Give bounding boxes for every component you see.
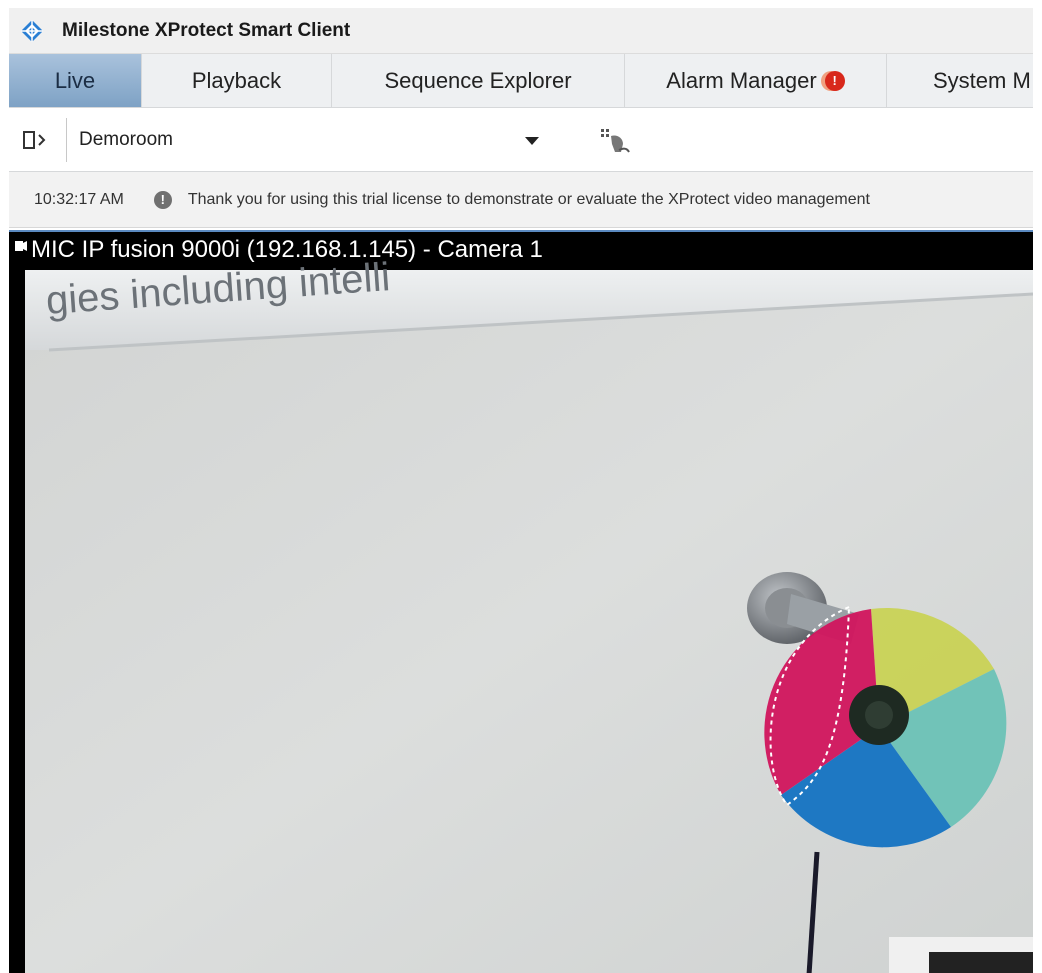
pane-toggle-icon[interactable] <box>21 128 57 152</box>
camera-title: MIC IP fusion 9000i (192.168.1.145) - Ca… <box>31 236 543 263</box>
tab-label: Alarm Manager <box>666 67 817 93</box>
view-selector-dropdown[interactable]: Demoroom <box>79 120 549 160</box>
license-message: Thank you for using this trial license t… <box>187 190 870 208</box>
alarm-badge-icon: ! <box>824 70 845 91</box>
tab-label: Sequence Explorer <box>384 67 572 93</box>
status-time: 10:32:17 AM <box>34 190 124 208</box>
title-bar: Milestone XProtect Smart Client <box>9 8 1033 53</box>
workspace-tabs: Live Playback Sequence Explorer Alarm Ma… <box>9 53 1033 108</box>
smart-client-window: Milestone XProtect Smart Client Live Pla… <box>9 8 1033 973</box>
tab-sequence-explorer[interactable]: Sequence Explorer <box>332 54 625 107</box>
tab-system-monitor[interactable]: System M <box>887 54 1033 107</box>
tab-alarm-manager[interactable]: Alarm Manager ! <box>625 54 887 107</box>
setup-hand-icon[interactable] <box>599 126 633 156</box>
toolbar: Demoroom <box>9 108 1033 172</box>
selected-view-label: Demoroom <box>79 129 173 150</box>
milestone-logo-icon <box>21 19 43 42</box>
camera-view[interactable]: gies including intelli MIC IP fusion 900… <box>9 230 1033 973</box>
camera-feed-image: gies including intelli <box>9 232 1033 973</box>
toolbar-divider <box>66 118 67 162</box>
info-icon: ! <box>153 190 172 209</box>
tab-label: Live <box>54 67 96 93</box>
app-title: Milestone XProtect Smart Client <box>62 19 351 41</box>
chevron-down-icon <box>525 137 539 145</box>
tab-playback[interactable]: Playback <box>142 54 332 107</box>
tab-label: Playback <box>191 67 282 93</box>
camera-icon <box>15 241 27 251</box>
tab-label: System M <box>933 67 1031 93</box>
status-bar: 10:32:17 AM ! Thank you for using this t… <box>9 172 1033 228</box>
tab-live[interactable]: Live <box>9 54 142 107</box>
